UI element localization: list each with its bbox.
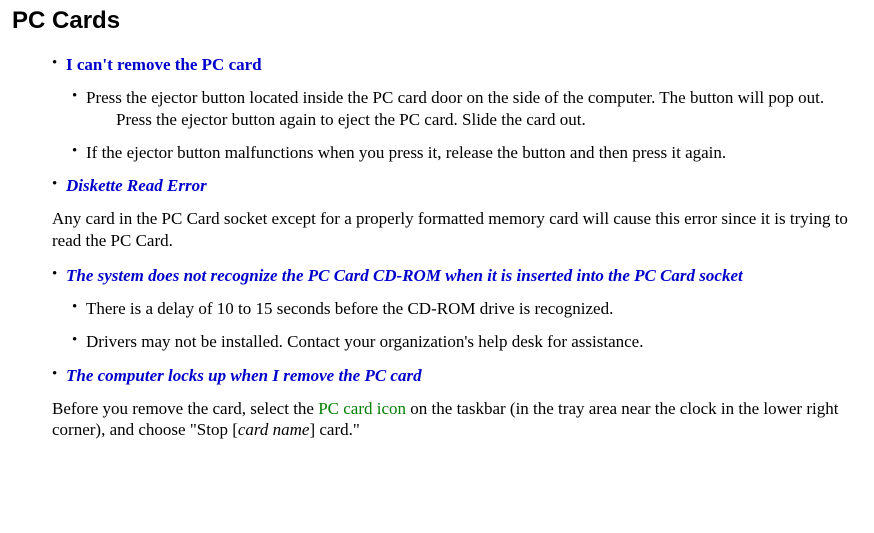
sub-row: • Drivers may not be installed. Contact … [72,331,862,352]
pc-card-icon-link[interactable]: PC card icon [318,399,406,418]
text-segment: Before you remove the card, select the [52,399,318,418]
topic-heading: Diskette Read Error [66,175,862,196]
bullet-icon: • [52,365,66,385]
sub-text: Drivers may not be installed. Contact yo… [86,331,862,352]
sub-text: There is a delay of 10 to 15 seconds bef… [86,298,862,319]
sub-text: Press the ejector button located inside … [86,87,862,130]
placeholder-text: card name [238,420,310,439]
bullet-icon: • [72,87,86,107]
sub-row: • There is a delay of 10 to 15 seconds b… [72,298,862,319]
page-title: PC Cards [12,6,862,36]
topic-heading: The system does not recognize the PC Car… [66,265,862,286]
body-paragraph: Any card in the PC Card socket except fo… [52,208,862,251]
bullet-icon: • [72,331,86,351]
topic-row: • The computer locks up when I remove th… [52,365,862,386]
topic-row: • I can't remove the PC card [52,54,862,75]
bullet-icon: • [72,298,86,318]
bullet-icon: • [52,175,66,195]
bullet-icon: • [52,265,66,285]
bullet-icon: • [72,142,86,162]
bullet-icon: • [52,54,66,74]
text-segment: ] card." [309,420,359,439]
topic-heading: I can't remove the PC card [66,54,862,75]
sub-row: • Press the ejector button located insid… [72,87,862,130]
sub-row: • If the ejector button malfunctions whe… [72,142,862,163]
topic-heading: The computer locks up when I remove the … [66,365,862,386]
sub-text: If the ejector button malfunctions when … [86,142,862,163]
topic-row: • Diskette Read Error [52,175,862,196]
body-paragraph: Before you remove the card, select the P… [52,398,862,441]
topic-row: • The system does not recognize the PC C… [52,265,862,286]
